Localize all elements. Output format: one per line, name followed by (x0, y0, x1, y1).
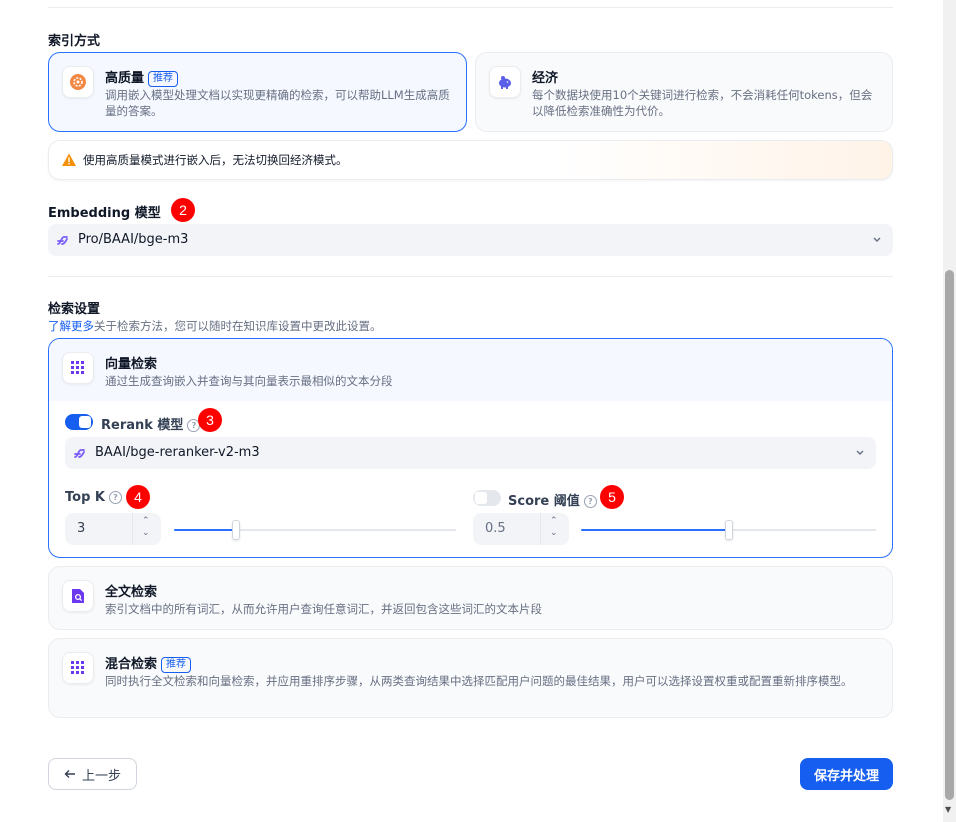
rerank-model-value: BAAI/bge-reranker-v2-m3 (95, 445, 260, 460)
recommended-badge: 推荐 (161, 657, 192, 673)
topk-value: 3 (77, 521, 86, 536)
step-up-icon[interactable]: ⌃ (142, 516, 150, 526)
chevron-down-icon (856, 450, 864, 455)
score-slider-thumb[interactable] (724, 520, 733, 540)
save-button-label: 保存并处理 (813, 768, 879, 784)
embedding-model-value: Pro/BAAI/bge-m3 (78, 232, 189, 247)
rerank-toggle[interactable] (65, 414, 93, 430)
step-up-icon[interactable]: ⌃ (550, 516, 558, 526)
marker-3: 3 (198, 408, 222, 432)
score-stepper[interactable]: ⌃ ⌄ (540, 513, 569, 545)
high-quality-desc: 调用嵌入模型处理文档以实现更精确的检索，可以帮助LLM生成高质量的答案。 (105, 88, 450, 118)
topk-slider-thumb[interactable] (232, 520, 241, 540)
score-help-icon[interactable]: ? (583, 495, 597, 508)
vector-search-header (49, 339, 892, 401)
score-slider-fill (581, 529, 729, 531)
piggy-bank-icon (489, 66, 521, 98)
chevron-down-icon (873, 237, 881, 242)
high-quality-option[interactable]: 高质量 推荐 调用嵌入模型处理文档以实现更精确的检索，可以帮助LLM生成高质量的答… (48, 52, 467, 132)
step-down-icon[interactable]: ⌄ (142, 528, 150, 538)
topk-help-icon[interactable]: ? (108, 491, 122, 504)
step-down-icon[interactable]: ⌄ (550, 528, 558, 538)
fulltext-search-title: 全文检索 (105, 585, 158, 600)
hybrid-search-title: 混合检索 推荐 (105, 653, 192, 673)
warning-banner: 使用高质量模式进行嵌入后，无法切换回经济模式。 (48, 140, 893, 180)
retrieval-desc-line: 了解更多关于检索方法，您可以随时在知识库设置中更改此设置。 (48, 319, 382, 333)
index-method-title: 索引方式 (48, 34, 101, 49)
top-divider (48, 7, 893, 8)
learn-more-link[interactable]: 了解更多 (48, 319, 94, 333)
arrow-left-icon (64, 770, 75, 778)
embedding-title: Embedding 模型 (48, 206, 161, 221)
file-search-icon (62, 580, 94, 612)
vector-grid-icon (62, 352, 94, 384)
warning-text: 使用高质量模式进行嵌入后，无法切换回经济模式。 (83, 153, 348, 167)
marker-5: 5 (600, 485, 624, 509)
vector-search-option[interactable]: 向量检索 通过生成查询嵌入并查询与其向量表示最相似的文本分段 Rerank 模型… (48, 338, 893, 558)
save-and-process-button[interactable]: 保存并处理 (800, 758, 893, 790)
economy-desc: 每个数据块使用10个关键词进行检索，不会消耗任何tokens，但会以降低检索准确… (532, 88, 873, 118)
marker-2: 2 (171, 198, 195, 222)
high-quality-icon (62, 66, 94, 98)
hybrid-search-option[interactable]: 混合检索 推荐 同时执行全文检索和向量检索，并应用重排序步骤，从两类查询结果中选择… (48, 638, 893, 718)
topk-label: Top K? (65, 490, 122, 505)
recommended-badge: 推荐 (148, 71, 179, 87)
score-input[interactable]: 0.5 ⌃ ⌄ (473, 513, 569, 545)
model-provider-icon (57, 236, 68, 245)
hybrid-grid-icon (62, 652, 94, 684)
topk-input[interactable]: 3 ⌃ ⌄ (65, 513, 161, 545)
topk-stepper[interactable]: ⌃ ⌄ (132, 513, 161, 545)
mid-divider (48, 276, 893, 277)
score-label: Score 阈值? (508, 490, 597, 509)
rerank-model-select[interactable]: BAAI/bge-reranker-v2-m3 (65, 437, 876, 469)
back-button[interactable]: 上一步 (48, 758, 137, 790)
score-toggle-knob (475, 492, 487, 504)
warning-icon (62, 153, 76, 166)
hybrid-search-desc: 同时执行全文检索和向量检索，并应用重排序步骤，从两类查询结果中选择匹配用户问题的… (105, 674, 853, 688)
marker-4: 4 (126, 485, 150, 509)
economy-title: 经济 (532, 71, 559, 86)
fulltext-search-desc: 索引文档中的所有词汇，从而允许用户查询任意词汇，并返回包含这些词汇的文本片段 (105, 602, 542, 616)
scroll-down-arrow-icon[interactable]: ▼ (945, 805, 951, 814)
vector-search-title: 向量检索 (105, 357, 158, 372)
economy-option[interactable]: 经济 每个数据块使用10个关键词进行检索，不会消耗任何tokens，但会以降低检… (475, 52, 893, 132)
score-toggle[interactable] (473, 490, 501, 506)
fulltext-search-option[interactable]: 全文检索 索引文档中的所有词汇，从而允许用户查询任意词汇，并返回包含这些词汇的文… (48, 566, 893, 630)
vector-search-desc: 通过生成查询嵌入并查询与其向量表示最相似的文本分段 (105, 374, 393, 388)
back-button-label: 上一步 (81, 768, 121, 784)
retrieval-title: 检索设置 (48, 302, 101, 317)
rerank-toggle-knob (79, 416, 91, 428)
scrollbar-thumb[interactable] (945, 270, 954, 800)
score-value: 0.5 (485, 521, 506, 536)
high-quality-title: 高质量 推荐 (105, 67, 179, 87)
embedding-model-select[interactable]: Pro/BAAI/bge-m3 (48, 224, 893, 256)
model-provider-icon (74, 449, 85, 458)
scrollbar[interactable]: ▼ (943, 0, 956, 822)
rerank-label: Rerank 模型? (101, 414, 201, 433)
topk-slider-fill (174, 529, 237, 531)
